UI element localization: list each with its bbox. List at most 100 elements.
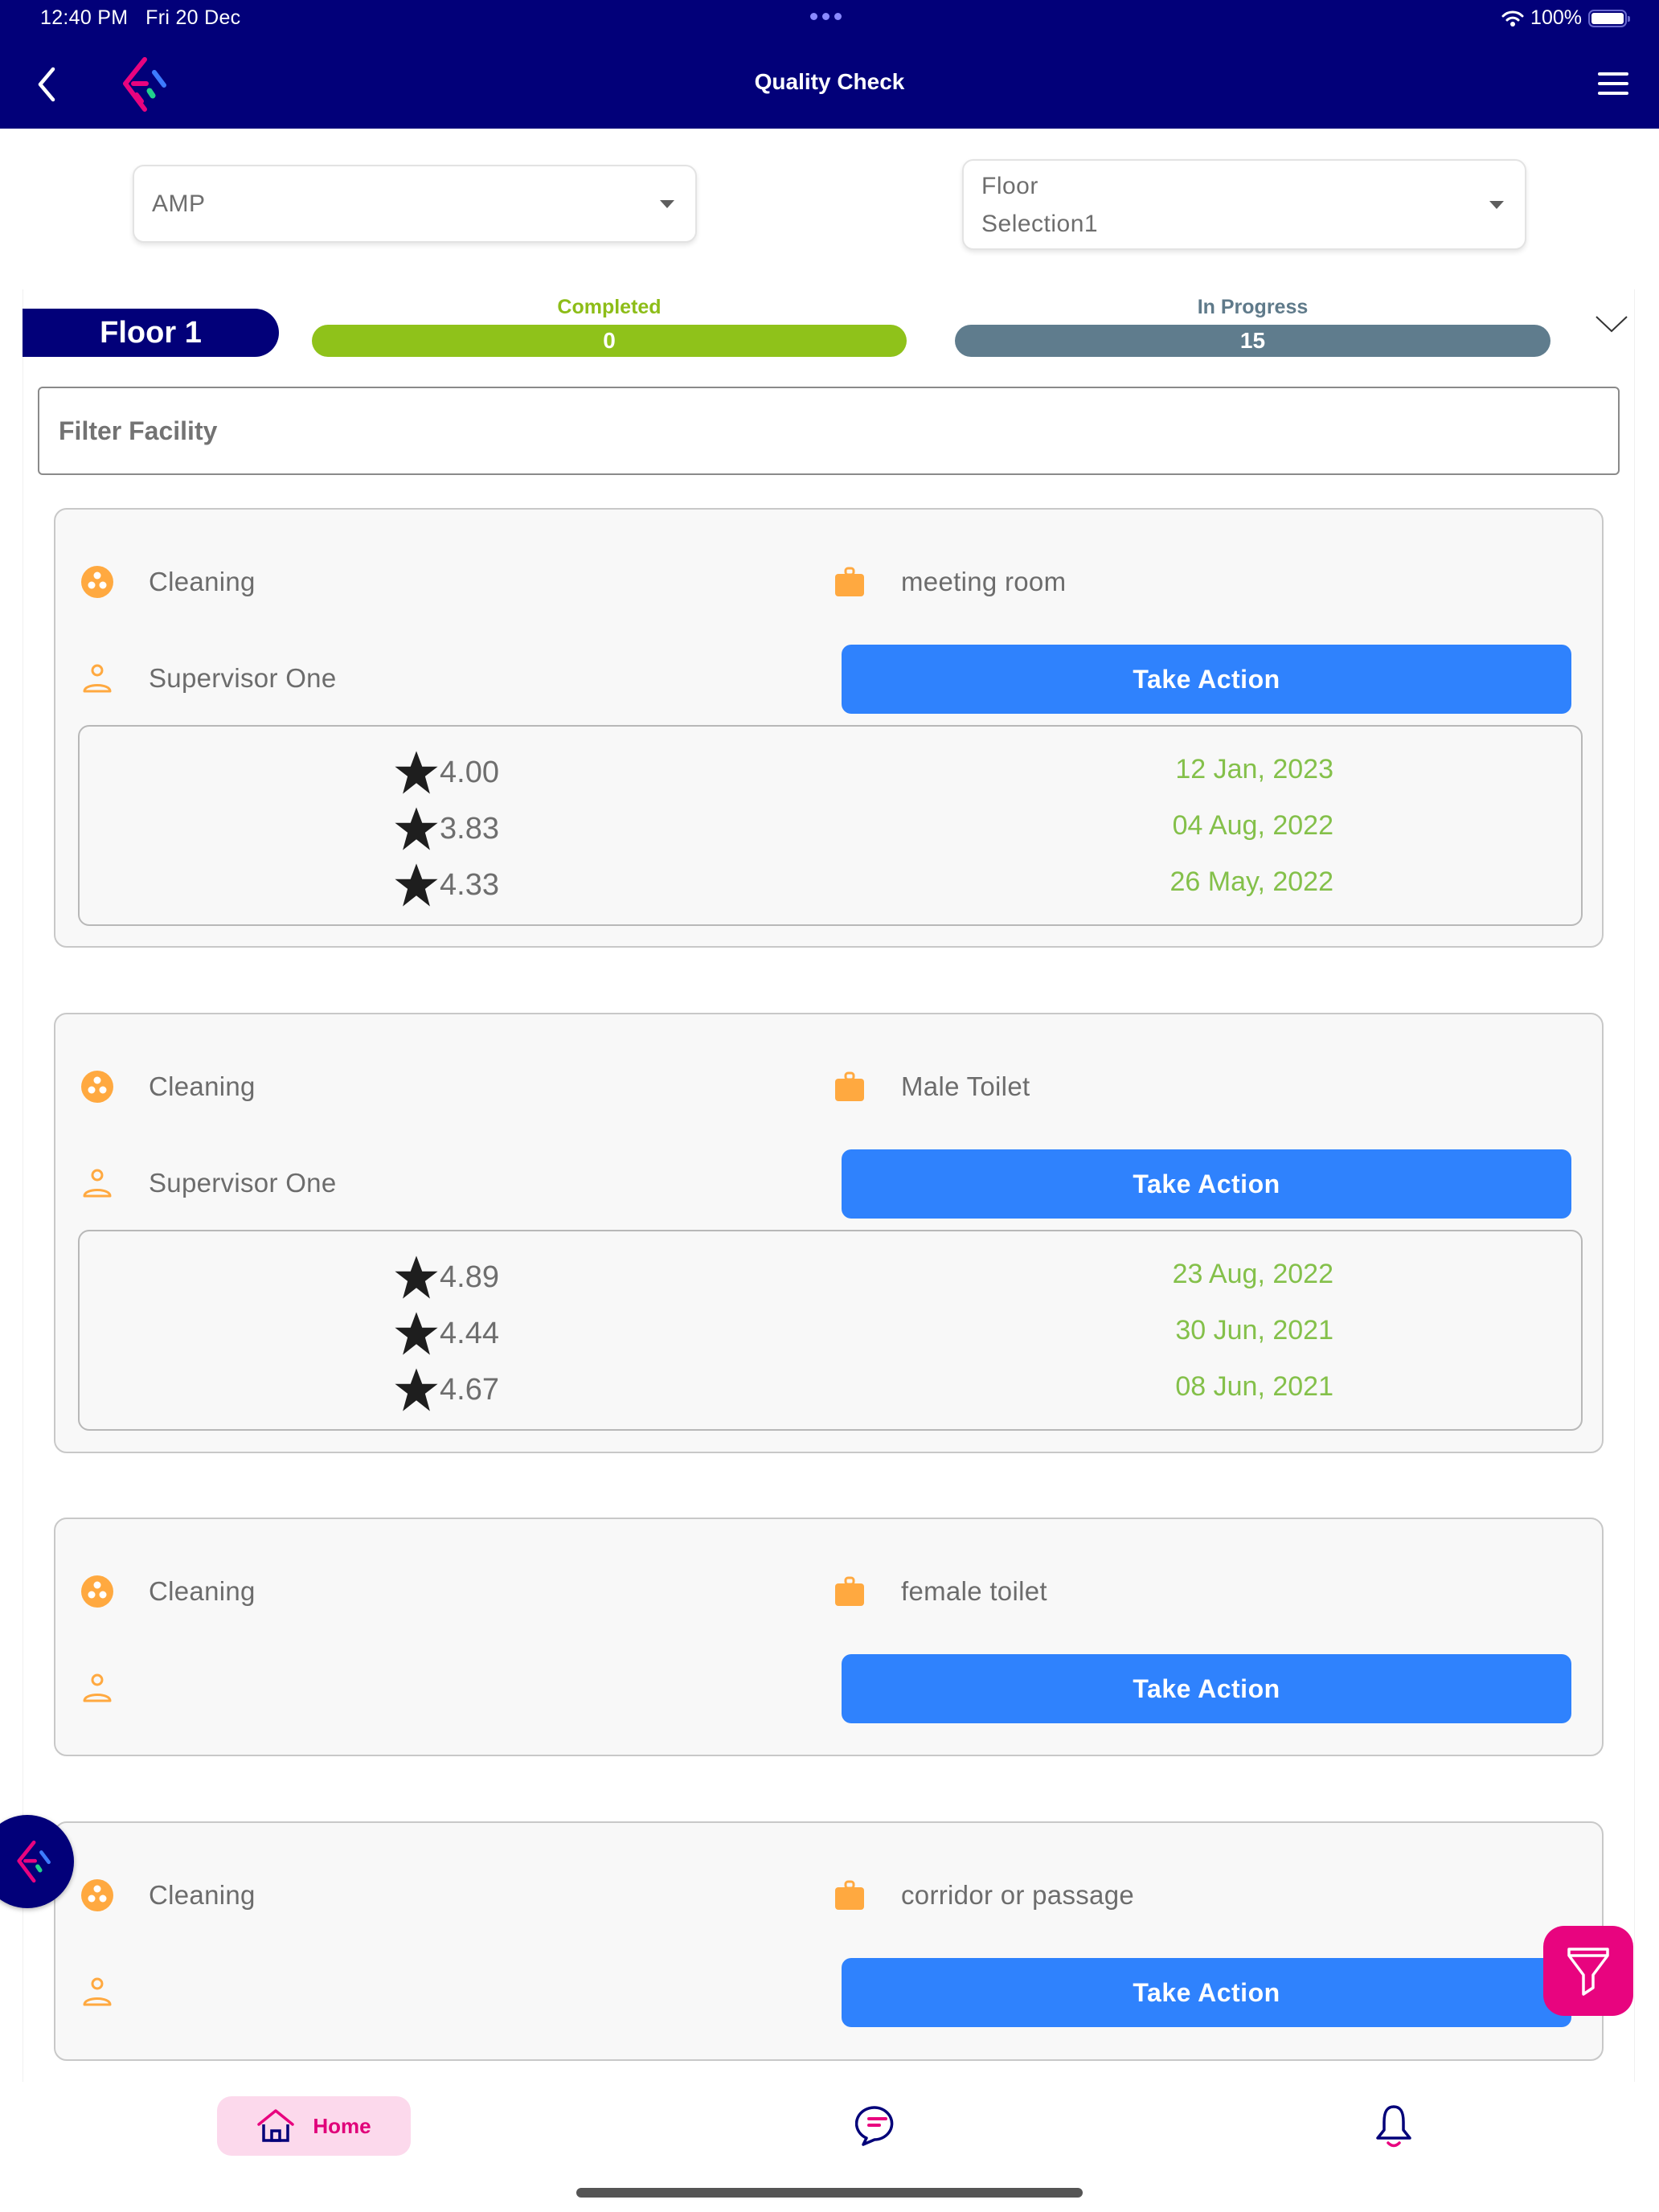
multitasking-dots-icon[interactable] <box>810 13 842 20</box>
rating-value: 4.33 <box>440 867 499 902</box>
star-icon <box>395 1312 438 1355</box>
take-action-button[interactable]: Take Action <box>842 1654 1571 1723</box>
inspection-date: 23 Aug, 2022 <box>1172 1259 1333 1289</box>
dropdown-arrow-icon <box>660 199 674 208</box>
service-row: Cleaning <box>81 1071 256 1103</box>
location-name: female toilet <box>901 1576 1047 1606</box>
facility-card: Cleaning corridor or passage Take Action <box>54 1821 1604 2061</box>
take-action-button[interactable]: Take Action <box>842 1149 1571 1219</box>
expand-chevron-down-icon[interactable] <box>1595 313 1628 336</box>
floor-dropdown-value: Floor Selection1 <box>981 172 1099 237</box>
site-dropdown[interactable]: AMP <box>133 165 697 243</box>
location-name: corridor or passage <box>901 1880 1135 1910</box>
filter-fab-button[interactable] <box>1543 1926 1633 2016</box>
completed-label: Completed <box>557 296 662 318</box>
star-icon <box>395 1368 438 1411</box>
in-progress-label: In Progress <box>1197 296 1309 318</box>
history-row: 4.33 26 May, 2022 <box>80 855 1581 911</box>
supervisor-row: Supervisor One <box>81 1167 336 1199</box>
briefcase-icon <box>835 1880 864 1910</box>
person-icon <box>83 664 112 693</box>
home-indicator-bar[interactable] <box>576 2188 1083 2198</box>
service-row: Cleaning <box>81 566 256 598</box>
rating-value: 3.83 <box>440 811 499 846</box>
page-title: Quality Check <box>754 69 905 94</box>
rating-history: 4.00 12 Jan, 2023 3.83 04 Aug, 2022 4.33… <box>78 725 1583 926</box>
chat-icon[interactable] <box>855 2106 900 2146</box>
person-icon <box>83 1977 112 2006</box>
service-name: Cleaning <box>149 1880 256 1910</box>
home-icon <box>257 2109 295 2142</box>
floor-dropdown[interactable]: Floor Selection1 <box>962 159 1526 250</box>
bottom-navigation: Home <box>0 2082 1659 2212</box>
supervisor-name: Supervisor One <box>149 1168 337 1198</box>
filter-facility-placeholder: Filter Facility <box>59 416 218 445</box>
filter-facility-input[interactable]: Filter Facility <box>38 387 1620 475</box>
app-header: 12:40 PM Fri 20 Dec 100% Quality Check <box>0 0 1659 129</box>
take-action-button[interactable]: Take Action <box>842 1958 1571 2027</box>
inspection-date: 04 Aug, 2022 <box>1172 810 1333 841</box>
service-name: Cleaning <box>149 1071 256 1101</box>
star-icon <box>395 1256 438 1299</box>
wifi-icon <box>1501 10 1524 27</box>
hamburger-menu-icon[interactable] <box>1598 72 1628 95</box>
rating-value: 4.00 <box>440 755 499 789</box>
supervisor-row <box>81 1672 149 1704</box>
person-icon <box>83 1169 112 1198</box>
history-row: 4.89 23 Aug, 2022 <box>80 1247 1581 1304</box>
location-row: meeting room <box>834 566 1066 598</box>
rating-value: 4.67 <box>440 1372 499 1407</box>
supervisor-row: Supervisor One <box>81 662 336 694</box>
in-progress-count-bar[interactable]: 15 <box>955 325 1550 357</box>
inspection-date: 26 May, 2022 <box>1169 866 1333 897</box>
history-row: 3.83 04 Aug, 2022 <box>80 799 1581 855</box>
service-name: Cleaning <box>149 567 256 596</box>
cleaning-service-icon <box>81 1879 113 1911</box>
history-row: 4.00 12 Jan, 2023 <box>80 743 1581 799</box>
briefcase-icon <box>835 1576 864 1606</box>
floor-label: Floor 1 <box>23 309 279 357</box>
supervisor-name: Supervisor One <box>149 663 337 693</box>
supervisor-row <box>81 1976 149 2008</box>
status-time: 12:40 PM Fri 20 Dec <box>40 6 241 29</box>
cleaning-service-icon <box>81 566 113 598</box>
app-logo-icon <box>17 1840 51 1883</box>
funnel-filter-icon <box>1567 1948 1609 1996</box>
location-name: meeting room <box>901 567 1067 596</box>
location-row: Male Toilet <box>834 1071 1030 1103</box>
service-name: Cleaning <box>149 1576 256 1606</box>
completed-count-bar[interactable]: 0 <box>312 325 907 357</box>
history-row: 4.67 08 Jun, 2021 <box>80 1360 1581 1416</box>
in-progress-count: 15 <box>1239 328 1266 353</box>
rating-value: 4.89 <box>440 1260 499 1294</box>
rating-value: 4.44 <box>440 1316 499 1350</box>
star-icon <box>395 863 438 907</box>
inspection-date: 12 Jan, 2023 <box>1175 754 1333 784</box>
facility-card: Cleaning female toilet Take Action <box>54 1518 1604 1756</box>
briefcase-icon <box>835 567 864 596</box>
inspection-date: 30 Jun, 2021 <box>1175 1315 1333 1346</box>
completed-count: 0 <box>603 328 616 353</box>
person-icon <box>83 1673 112 1702</box>
facility-card: Cleaning meeting room Supervisor One Tak… <box>54 508 1604 948</box>
notification-bell-icon[interactable] <box>1374 2104 1413 2149</box>
cleaning-service-icon <box>81 1575 113 1608</box>
take-action-button[interactable]: Take Action <box>842 645 1571 714</box>
site-dropdown-value: AMP <box>152 190 206 217</box>
inspection-date: 08 Jun, 2021 <box>1175 1371 1333 1402</box>
location-row: corridor or passage <box>834 1879 1134 1911</box>
nav-home-tab[interactable]: Home <box>217 2096 411 2156</box>
dropdown-arrow-icon <box>1489 200 1504 209</box>
rating-history: 4.89 23 Aug, 2022 4.44 30 Jun, 2021 4.67… <box>78 1230 1583 1431</box>
history-row: 4.44 30 Jun, 2021 <box>80 1304 1581 1360</box>
status-indicators: 100% <box>1501 6 1630 30</box>
location-row: female toilet <box>834 1575 1047 1608</box>
briefcase-icon <box>835 1071 864 1101</box>
star-icon <box>395 807 438 850</box>
star-icon <box>395 751 438 794</box>
cleaning-service-icon <box>81 1071 113 1103</box>
service-row: Cleaning <box>81 1879 256 1911</box>
service-row: Cleaning <box>81 1575 256 1608</box>
battery-icon <box>1588 9 1630 27</box>
location-name: Male Toilet <box>901 1071 1030 1101</box>
